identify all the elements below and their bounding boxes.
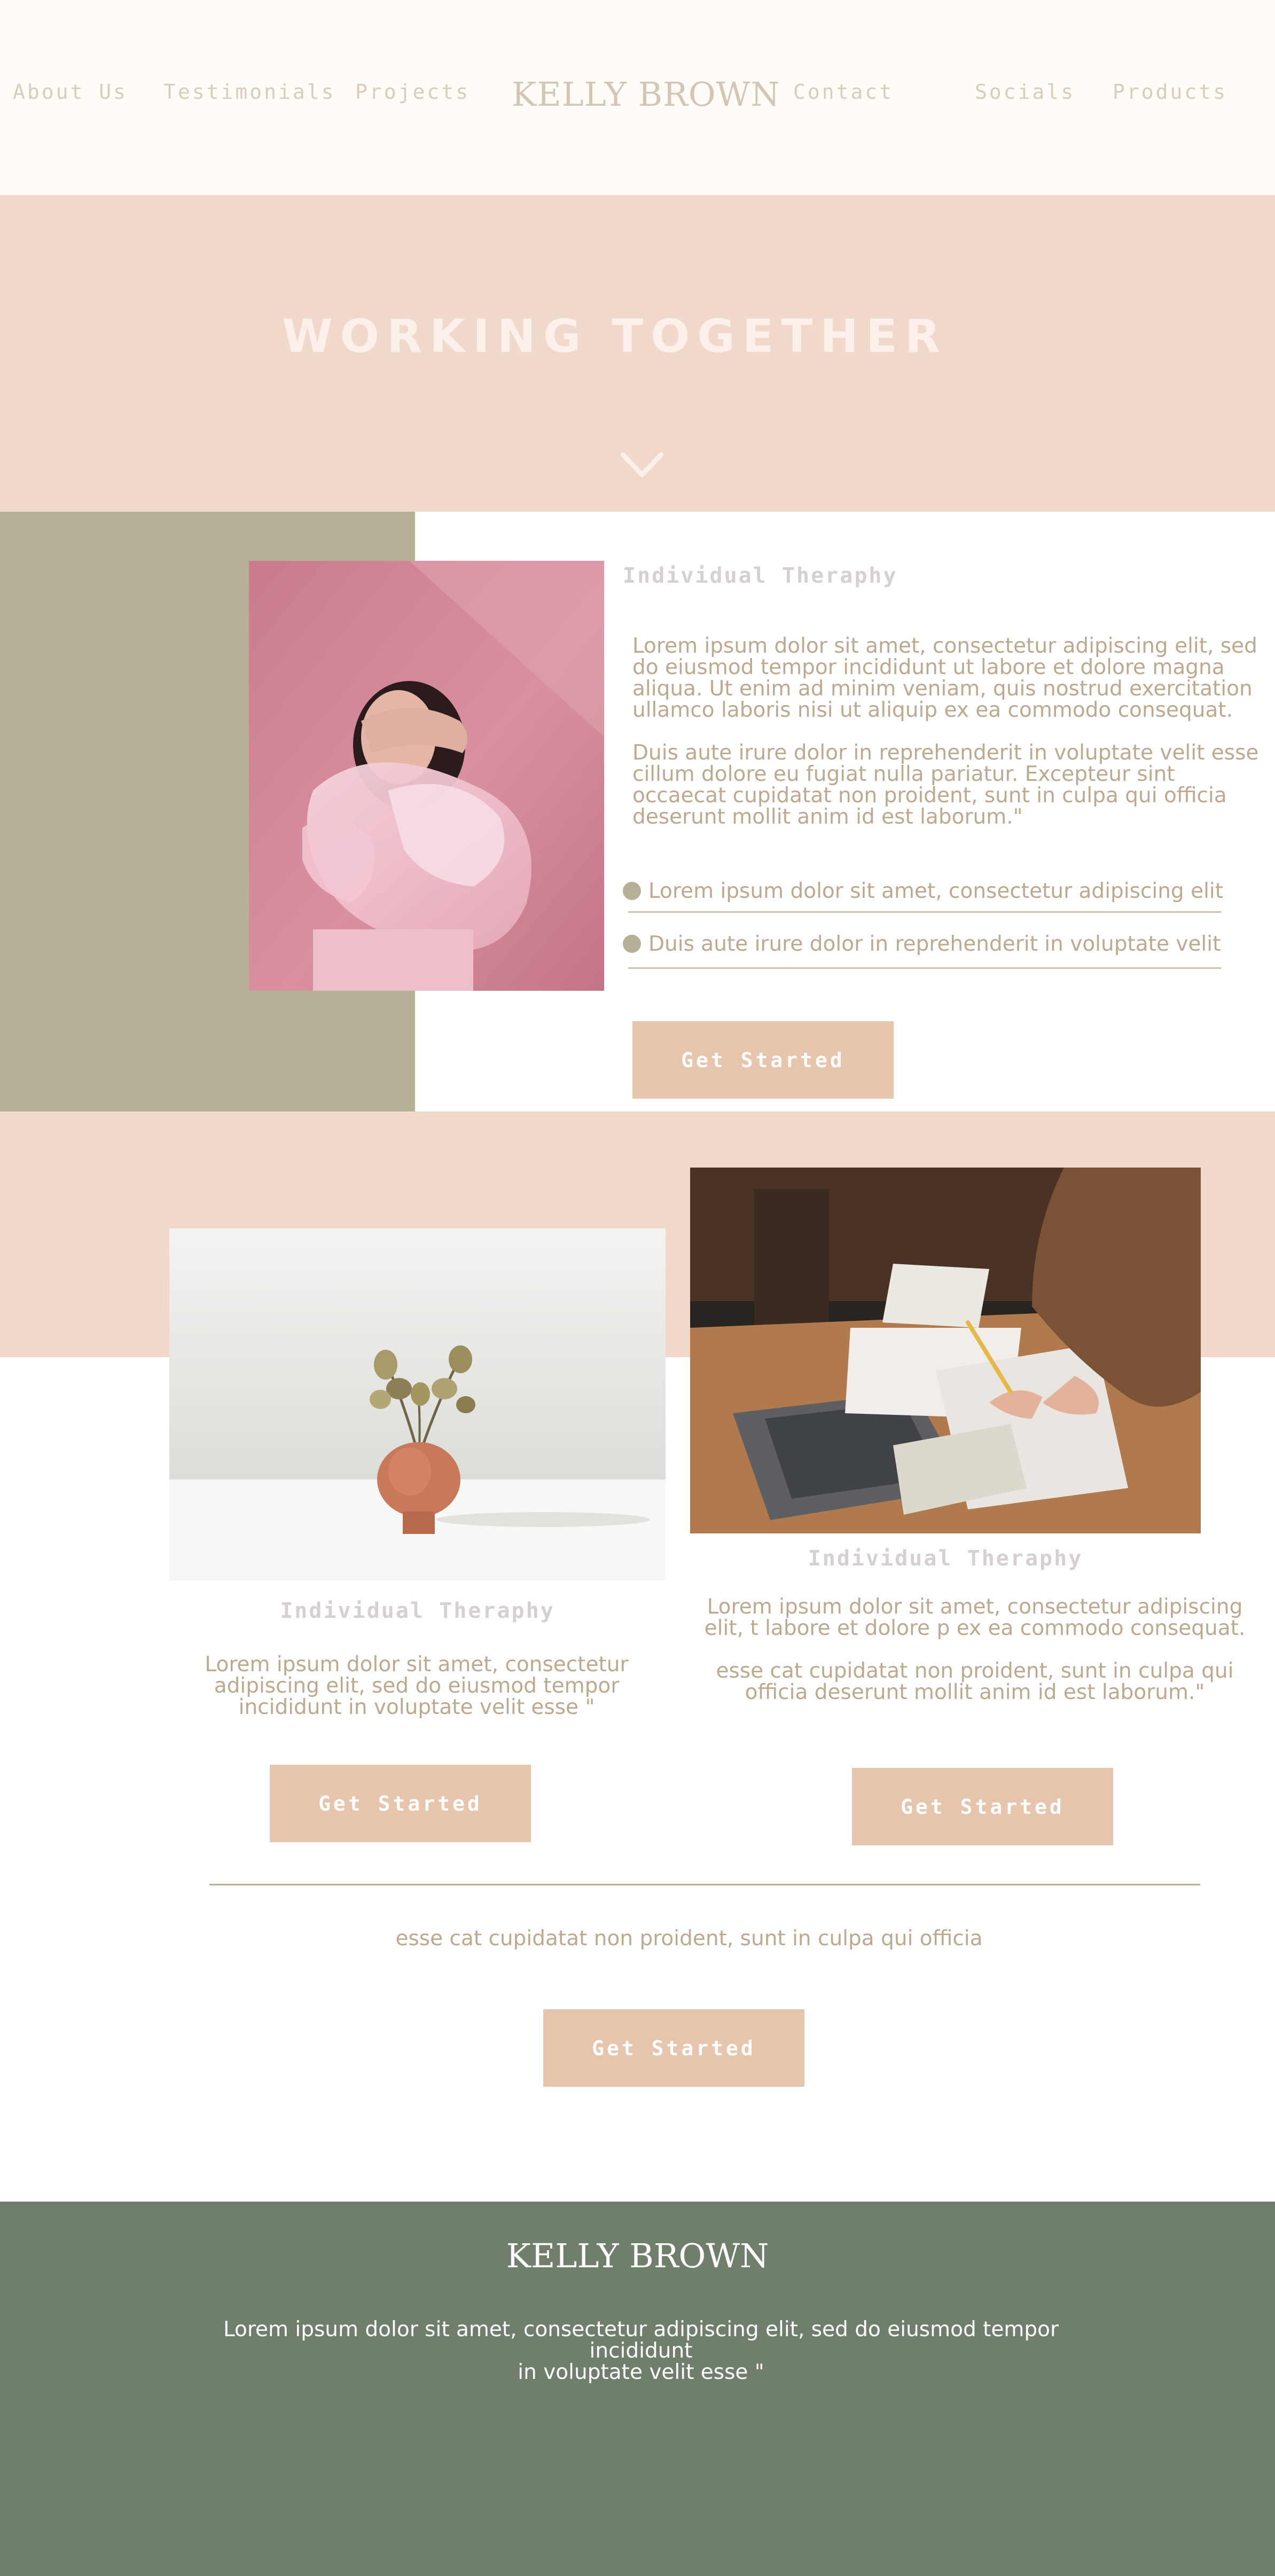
card-right-get-started-button[interactable]: Get Started [852, 1768, 1113, 1845]
bullet-dot-icon [623, 882, 641, 900]
hero-banner: WORKING TOGETHER [0, 195, 1275, 512]
feature-paragraph-1: Lorem ipsum dolor sit amet, consectetur … [632, 634, 1257, 722]
list-item: Duis aute irure dolor in reprehenderit i… [623, 928, 1221, 960]
card-right-text-1: Lorem ipsum dolor sit amet, consectetur … [704, 1595, 1246, 1640]
bullet-dot-icon [623, 935, 641, 953]
card-left-title: Individual Theraphy [280, 1599, 555, 1623]
divider [628, 967, 1221, 969]
card-right-text-2: esse cat cupidatat non proident, sunt in… [716, 1659, 1234, 1704]
nav-products[interactable]: Products [1113, 80, 1227, 112]
footer-line-1: Lorem ipsum dolor sit amet, consectetur … [223, 2317, 1059, 2363]
nav-projects[interactable]: Projects [355, 80, 470, 112]
divider [628, 911, 1221, 913]
nav-about-us[interactable]: About Us [13, 80, 128, 112]
list-item: Lorem ipsum dolor sit amet, consectetur … [623, 875, 1224, 907]
vase-image [169, 1228, 666, 1580]
site-logo-text[interactable]: KELLY BROWN [512, 75, 780, 114]
site-header: About Us Testimonials Projects KELLY BRO… [0, 0, 1275, 195]
nav-socials[interactable]: Socials [975, 80, 1075, 112]
footer-line-2: in voluptate velit esse " [518, 2360, 764, 2384]
feature-bullet-list: Lorem ipsum dolor sit amet, consectetur … [623, 875, 1224, 969]
nav-contact[interactable]: Contact [793, 80, 894, 112]
bullet-text: Duis aute irure dolor in reprehenderit i… [648, 931, 1221, 956]
card-left-text: Lorem ipsum dolor sit amet, consectetur … [205, 1653, 629, 1719]
section-divider [209, 1884, 1200, 1885]
bullet-text: Lorem ipsum dolor sit amet, consectetur … [648, 879, 1224, 903]
footer-brand: KELLY BROWN [506, 2236, 769, 2275]
feature-portrait-image [249, 561, 604, 991]
feature-paragraph-2: Duis aute irure dolor in reprehenderit i… [632, 741, 1259, 829]
feature-title: Individual Theraphy [623, 563, 898, 588]
closing-get-started-button[interactable]: Get Started [543, 2009, 804, 2087]
site-footer: KELLY BROWN Lorem ipsum dolor sit amet, … [0, 2202, 1275, 2576]
footer-text: Lorem ipsum dolor sit amet, consectetur … [214, 2319, 1068, 2383]
closing-text: esse cat cupidatat non proident, sunt in… [395, 1927, 983, 1951]
chevron-down-icon[interactable] [620, 451, 664, 479]
nav-testimonials[interactable]: Testimonials [163, 80, 336, 112]
card-right-title: Individual Theraphy [808, 1546, 1083, 1571]
card-left-get-started-button[interactable]: Get Started [270, 1765, 531, 1842]
feature-get-started-button[interactable]: Get Started [632, 1021, 894, 1099]
hero-title: WORKING TOGETHER [282, 310, 948, 363]
desk-writing-image [690, 1168, 1201, 1533]
